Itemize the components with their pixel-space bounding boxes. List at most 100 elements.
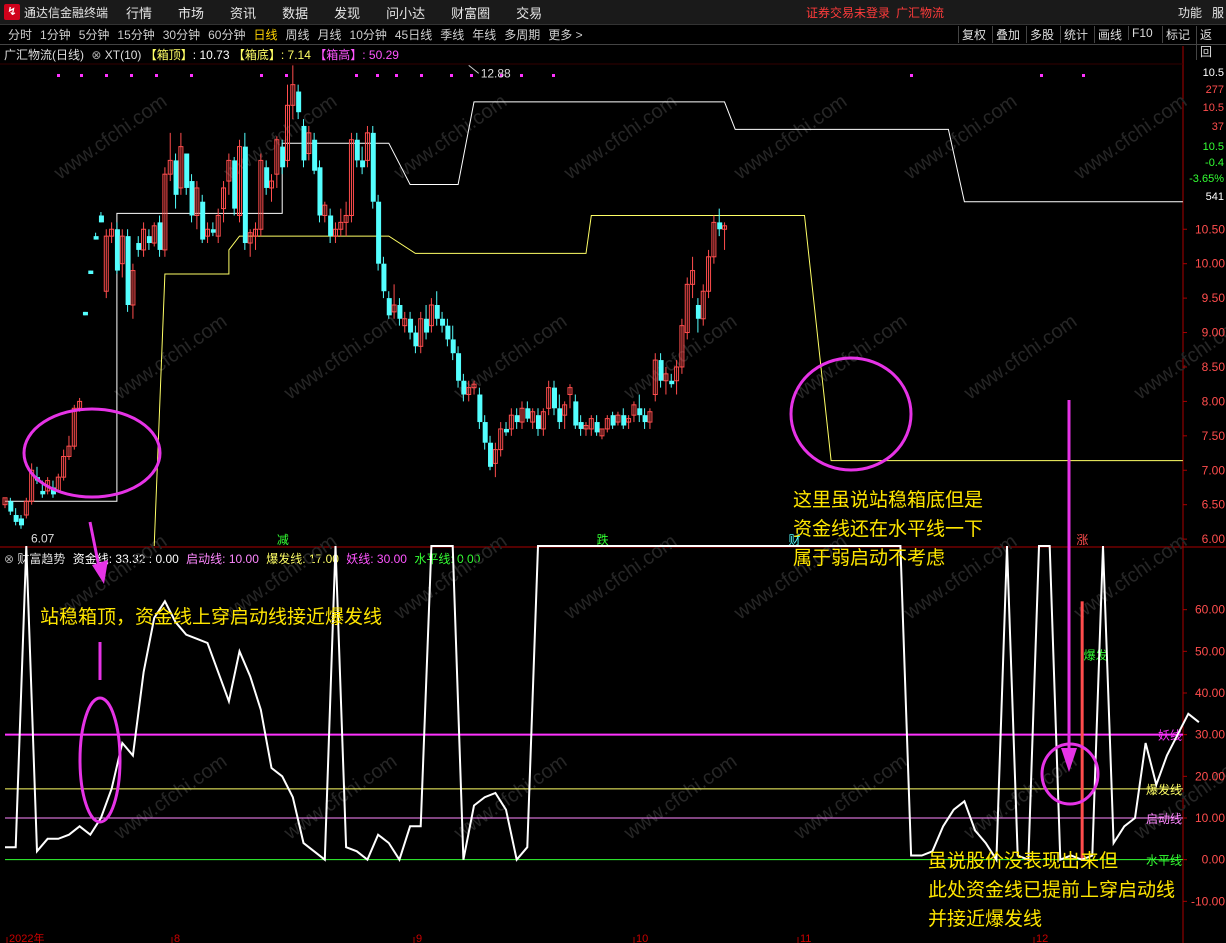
candle-body xyxy=(621,415,627,426)
candle-body xyxy=(232,160,238,209)
watermark-text: www.cfchi.com xyxy=(1069,90,1191,184)
candle-body xyxy=(50,487,56,495)
tool-draw-line[interactable]: 画线 xyxy=(1094,26,1125,43)
candle-body xyxy=(162,173,168,251)
period-monthly[interactable]: 月线 xyxy=(318,26,342,43)
arrow-head xyxy=(1061,748,1077,772)
top-marker-dot xyxy=(552,74,555,77)
period-10min[interactable]: 10分钟 xyxy=(350,26,387,43)
indicator-axis-label: 60.00 xyxy=(1195,603,1225,617)
candle-body xyxy=(519,407,525,423)
watermark-text: www.cfchi.com xyxy=(49,90,171,184)
candle-body xyxy=(40,490,46,495)
candle-body xyxy=(98,215,104,223)
price-axis-label: 9.00 xyxy=(1202,326,1226,340)
watermark-text: www.cfchi.com xyxy=(899,90,1021,184)
period-intraday[interactable]: 分时 xyxy=(8,26,32,43)
signal-label: 跌 xyxy=(597,532,609,547)
period-yearly[interactable]: 年线 xyxy=(472,26,496,43)
period-15min[interactable]: 15分钟 xyxy=(117,26,154,43)
top-marker-dot xyxy=(190,74,193,77)
period-1min[interactable]: 1分钟 xyxy=(40,26,71,43)
candle-body xyxy=(55,476,61,492)
menu-item-service[interactable]: 服 xyxy=(1212,4,1224,21)
period-30min[interactable]: 30分钟 xyxy=(163,26,200,43)
candle-body xyxy=(652,359,658,396)
period-more[interactable]: 更多 > xyxy=(548,26,582,43)
date-axis-label: 2022年 xyxy=(9,931,44,943)
indicator-panel-name[interactable]: 财富趋势 xyxy=(17,552,65,566)
menu-item-function[interactable]: 功能 xyxy=(1178,4,1202,21)
menu-item-quotes[interactable]: 行情 xyxy=(126,3,152,22)
candle-body xyxy=(226,159,232,182)
candle-body xyxy=(322,204,328,216)
reference-line-tag: 妖线 xyxy=(1158,729,1182,743)
stock-chart[interactable]: www.cfchi.com www.cfchi.com www.cfchi.com w… xyxy=(0,0,1226,943)
top-marker-dot xyxy=(376,74,379,77)
candle-body xyxy=(247,232,253,244)
tool-multi-stock[interactable]: 多股 xyxy=(1026,26,1057,43)
tool-back[interactable]: 返回 xyxy=(1196,26,1226,60)
candle-body xyxy=(588,418,594,430)
price-axis-label: 10.00 xyxy=(1195,257,1225,271)
candle-body xyxy=(631,404,637,416)
signal-label: 涨 xyxy=(1076,532,1088,547)
annotation-middle-line: 属于弱启动不考虑 xyxy=(793,548,946,569)
top-marker-dot xyxy=(420,74,423,77)
period-quarterly[interactable]: 季线 xyxy=(440,26,464,43)
candle-body xyxy=(492,449,498,464)
candle-body xyxy=(376,201,382,264)
candle-body xyxy=(71,407,77,447)
period-multi[interactable]: 多周期 xyxy=(504,26,540,43)
candle-body xyxy=(700,290,706,320)
annotation-layer xyxy=(22,356,1100,824)
top-marker-dot xyxy=(1082,74,1085,77)
candle-body xyxy=(45,480,51,492)
top-marker-dot xyxy=(57,74,60,77)
tool-adjust[interactable]: 复权 xyxy=(958,26,989,43)
indicator-axis-label: 50.00 xyxy=(1195,644,1225,658)
period-45day[interactable]: 45日线 xyxy=(395,26,432,43)
candle-body xyxy=(508,414,514,430)
price-axis-label: 7.50 xyxy=(1202,429,1226,443)
watermark-text: www.cfchi.com xyxy=(1129,310,1226,404)
candle-body xyxy=(13,515,19,522)
low-marker-label: 6.07 xyxy=(31,531,55,545)
period-5min[interactable]: 5分钟 xyxy=(79,26,110,43)
menu-item-data[interactable]: 数据 xyxy=(282,3,308,22)
menu-item-trade[interactable]: 交易 xyxy=(516,3,542,22)
candle-body xyxy=(290,84,296,106)
tool-statistics[interactable]: 统计 xyxy=(1060,26,1091,43)
menu-item-wealth-circle[interactable]: 财富圈 xyxy=(451,3,490,22)
candle-body xyxy=(402,318,408,327)
candle-body xyxy=(125,236,131,305)
indicator-axis-label: 0.00 xyxy=(1202,853,1226,867)
menu-item-market[interactable]: 市场 xyxy=(178,3,204,22)
login-status[interactable]: 证券交易未登录 xyxy=(806,4,890,21)
candle-body xyxy=(482,422,488,443)
tool-f10[interactable]: F10 xyxy=(1128,26,1156,40)
menu-item-news[interactable]: 资讯 xyxy=(230,3,256,22)
quote-value: -3.65% xyxy=(1189,173,1224,185)
settings-circle-icon[interactable]: ⊗ xyxy=(91,48,101,62)
candle-body xyxy=(594,422,600,433)
candle-body xyxy=(557,408,563,423)
menu-item-ask[interactable]: 问小达 xyxy=(386,3,425,22)
period-weekly[interactable]: 周线 xyxy=(285,26,309,43)
candle-body xyxy=(312,139,318,171)
tool-mark[interactable]: 标记 xyxy=(1162,26,1193,43)
date-axis-label: 12 xyxy=(1036,933,1048,943)
candle-body xyxy=(284,104,290,161)
box-high-value: : 50.29 xyxy=(362,48,399,62)
indicator-name[interactable]: XT(10) xyxy=(105,48,142,62)
top-marker-dot xyxy=(285,74,288,77)
period-60min[interactable]: 60分钟 xyxy=(208,26,245,43)
period-daily[interactable]: 日线 xyxy=(253,26,277,43)
candle-body xyxy=(242,146,248,244)
top-marker-dot xyxy=(105,74,108,77)
tool-overlay[interactable]: 叠加 xyxy=(992,26,1023,43)
top-marker-dot xyxy=(1040,74,1043,77)
menu-item-discover[interactable]: 发现 xyxy=(334,3,360,22)
indicator-settings-icon[interactable]: ⊗ xyxy=(4,552,14,566)
candle-body xyxy=(167,159,173,175)
